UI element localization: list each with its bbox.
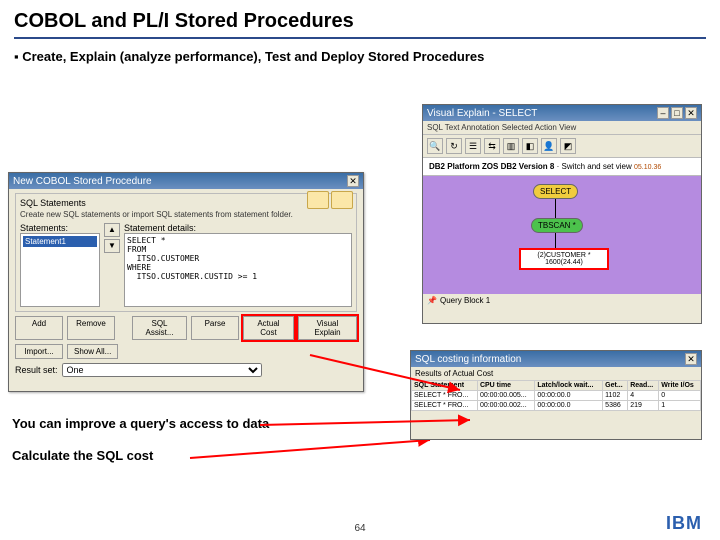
table-row[interactable]: SELECT * FRO...00:00:00.005...00:00:00.0…: [412, 391, 701, 401]
plan-node-select[interactable]: SELECT: [533, 184, 578, 199]
remove-button[interactable]: Remove: [67, 316, 115, 340]
cost-table: SQL Statement CPU time Latch/lock wait..…: [411, 380, 701, 411]
close-icon[interactable]: ✕: [685, 353, 697, 365]
tool-icon[interactable]: ◧: [522, 138, 538, 154]
close-icon[interactable]: ✕: [347, 175, 359, 187]
tool-icon[interactable]: ⇆: [484, 138, 500, 154]
visual-explain-button[interactable]: Visual Explain: [298, 316, 357, 340]
col-header[interactable]: Get...: [603, 381, 628, 391]
cost-subtitle: Results of Actual Cost: [411, 367, 701, 380]
ve-statusbar: 📌 Query Block 1: [423, 294, 701, 307]
ve-titlebar: Visual Explain - SELECT – □ ✕: [423, 105, 701, 121]
db-icon: [331, 191, 353, 209]
plan-node-table[interactable]: (2)CUSTOMER * 1600(24.44): [519, 248, 609, 270]
sql-textarea[interactable]: SELECT * FROM ITSO.CUSTOMER WHERE ITSO.C…: [124, 233, 352, 307]
statements-listbox[interactable]: Statement1: [20, 233, 100, 307]
col-header[interactable]: Read...: [628, 381, 659, 391]
sql-assist-button[interactable]: SQL Assist...: [132, 316, 187, 340]
col-header[interactable]: Write I/Os: [659, 381, 701, 391]
resultset-select[interactable]: One: [62, 363, 262, 377]
close-icon[interactable]: ✕: [685, 107, 697, 119]
move-down-button[interactable]: ▼: [104, 239, 120, 253]
statements-label: Statements:: [20, 223, 100, 233]
col-header[interactable]: CPU time: [477, 381, 534, 391]
icon-tray: [307, 191, 353, 209]
ve-toolbar: 🔍 ↻ ☰ ⇆ ▥ ◧ 👤 ◩: [423, 135, 701, 158]
parse-button[interactable]: Parse: [191, 316, 239, 340]
actual-cost-button[interactable]: Actual Cost: [243, 316, 294, 340]
group-label: SQL Statements: [20, 198, 352, 208]
ve-title-text: Visual Explain - SELECT: [427, 108, 537, 119]
slide-title: COBOL and PL/I Stored Procedures: [0, 0, 720, 37]
tool-icon[interactable]: ▥: [503, 138, 519, 154]
arrow-icon: [180, 440, 440, 480]
import-button[interactable]: Import...: [15, 344, 63, 359]
maximize-icon[interactable]: □: [671, 107, 683, 119]
callout-access: You can improve a query's access to data: [12, 416, 269, 431]
tool-icon[interactable]: ◩: [560, 138, 576, 154]
explain-canvas[interactable]: SELECT TBSCAN * (2)CUSTOMER * 1600(24.44…: [423, 176, 701, 294]
group-desc: Create new SQL statements or import SQL …: [20, 210, 352, 219]
cost-titlebar: SQL costing information ✕: [411, 351, 701, 367]
visual-explain-window: Visual Explain - SELECT – □ ✕ SQL Text A…: [422, 104, 702, 324]
sql-costing-window: SQL costing information ✕ Results of Act…: [410, 350, 702, 440]
callout-cost: Calculate the SQL cost: [12, 448, 153, 463]
show-all-button[interactable]: Show All...: [67, 344, 118, 359]
bullet-text: Create, Explain (analyze performance), T…: [0, 45, 720, 72]
cost-title-text: SQL costing information: [415, 354, 521, 365]
dialog-title-text: New COBOL Stored Procedure: [13, 176, 152, 187]
ibm-logo: IBM: [666, 513, 702, 534]
sql-icon: [307, 191, 329, 209]
tool-icon[interactable]: ☰: [465, 138, 481, 154]
pin-icon: 📌: [427, 296, 437, 305]
move-up-button[interactable]: ▲: [104, 223, 120, 237]
ve-menubar[interactable]: SQL Text Annotation Selected Action View: [423, 121, 701, 135]
dialog-titlebar: New COBOL Stored Procedure ✕: [9, 173, 363, 189]
tool-icon[interactable]: ↻: [446, 138, 462, 154]
minimize-icon[interactable]: –: [657, 107, 669, 119]
page-number: 64: [0, 523, 720, 534]
col-header[interactable]: Latch/lock wait...: [535, 381, 603, 391]
resultset-label: Result set:: [15, 365, 58, 375]
plan-node-tbscan[interactable]: TBSCAN *: [531, 218, 583, 233]
tool-icon[interactable]: 👤: [541, 138, 557, 154]
tool-icon[interactable]: 🔍: [427, 138, 443, 154]
add-button[interactable]: Add: [15, 316, 63, 340]
sql-statements-group: SQL Statements Create new SQL statements…: [15, 193, 357, 312]
col-header[interactable]: SQL Statement: [412, 381, 478, 391]
ve-info-bar: DB2 Platform ZOS DB2 Version 8 · Switch …: [423, 158, 701, 176]
table-row[interactable]: SELECT * FRO...00:00:00.002...00:00:00.0…: [412, 401, 701, 411]
list-item[interactable]: Statement1: [23, 236, 97, 247]
detail-label: Statement details:: [124, 223, 352, 233]
new-procedure-dialog: New COBOL Stored Procedure ✕ SQL Stateme…: [8, 172, 364, 392]
title-underline: [14, 37, 706, 39]
